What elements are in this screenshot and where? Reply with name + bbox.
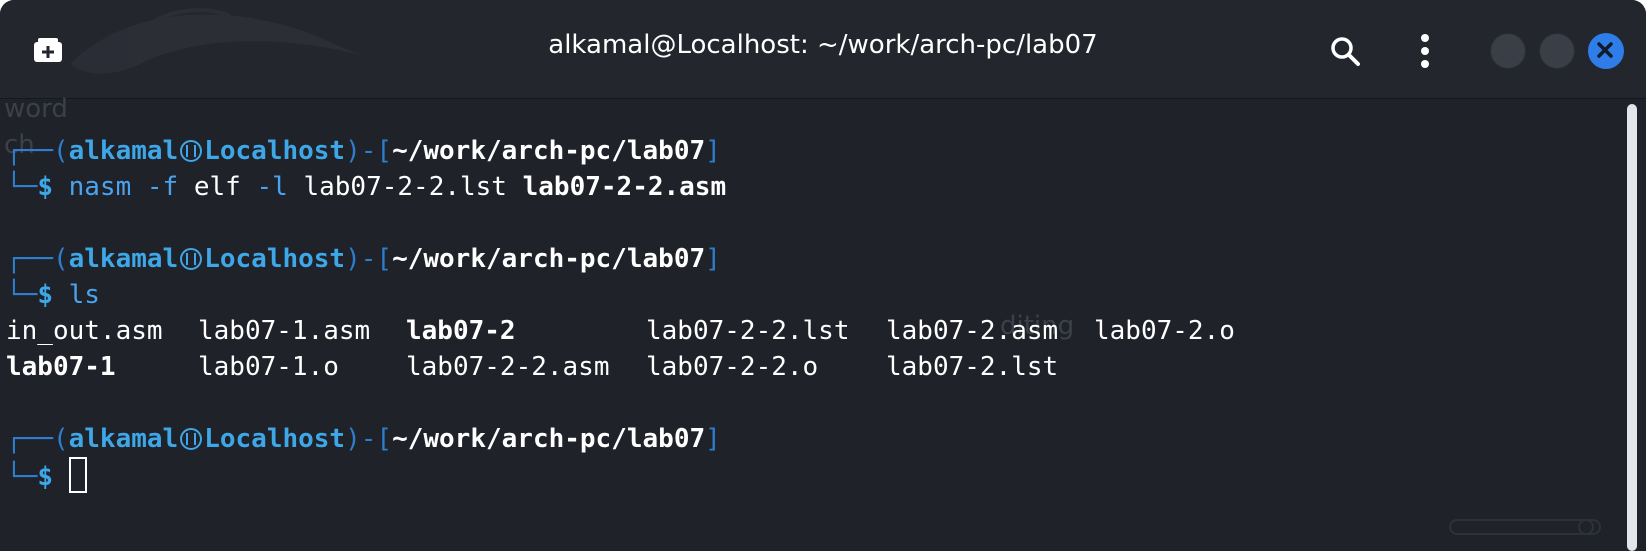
- scroll-thumb[interactable]: [1627, 104, 1637, 551]
- file-entry: lab07-2-2.lst: [646, 316, 850, 346]
- kali-skull-icon: [180, 140, 203, 162]
- kali-watermark-icon: [1449, 519, 1601, 535]
- command-option: -l: [256, 172, 288, 202]
- minimize-button[interactable]: [1490, 33, 1526, 69]
- prompt-box: ]: [705, 136, 721, 166]
- file-entry: lab07-1.asm: [198, 316, 371, 346]
- prompt-user: alkamal: [68, 136, 179, 166]
- close-icon: [1597, 42, 1613, 58]
- prompt-box: ┌──(: [6, 136, 69, 166]
- prompt-box: )-[: [345, 136, 393, 166]
- search-icon: [1331, 37, 1360, 66]
- terminal-output[interactable]: word ch diting ┌──(alkamal Localhost)-[~/…: [0, 94, 1622, 551]
- terminal-window: alkamal@Localhost: ~/work/arch-pc/lab07 …: [0, 0, 1646, 551]
- command-name: nasm: [68, 172, 132, 202]
- prompt-box: ┌──(: [6, 244, 69, 274]
- kebab-menu-icon: [1421, 34, 1429, 68]
- file-entry-executable: lab07-1: [6, 352, 116, 382]
- prompt-box: ]: [705, 424, 721, 454]
- file-entry: in_out.asm: [6, 316, 163, 346]
- prompt-box: )-[: [345, 244, 393, 274]
- prompt-dollar: $: [37, 280, 53, 310]
- prompt-path: ~/work/arch-pc/lab07: [392, 424, 706, 454]
- prompt-host: Localhost: [204, 136, 346, 166]
- prompt-path: ~/work/arch-pc/lab07: [392, 244, 706, 274]
- prompt-box: ]: [705, 244, 721, 274]
- file-entry-executable: lab07-2: [406, 316, 516, 346]
- menu-button[interactable]: [1410, 31, 1440, 71]
- scrollbar[interactable]: [1625, 104, 1639, 551]
- command-arg: elf: [193, 172, 241, 202]
- title-bar[interactable]: alkamal@Localhost: ~/work/arch-pc/lab07: [0, 0, 1646, 99]
- file-entry: lab07-2.o: [1094, 316, 1235, 346]
- file-entry: lab07-1.o: [198, 352, 339, 382]
- prompt-box: )-[: [345, 424, 393, 454]
- command-line: └─$ nasm -f elf -l lab07-2-2.lst lab07-2…: [6, 169, 726, 205]
- prompt-line: ┌──(alkamal Localhost)-[~/work/arch-pc/la…: [6, 241, 721, 277]
- prompt-line: ┌──(alkamal Localhost)-[~/work/arch-pc/la…: [6, 133, 721, 169]
- prompt-dollar: $: [37, 172, 53, 202]
- maximize-button[interactable]: [1539, 33, 1575, 69]
- close-button[interactable]: [1588, 33, 1624, 69]
- prompt-user: alkamal: [68, 244, 179, 274]
- prompt-box: └─: [6, 462, 38, 492]
- prompt-line: ┌──(alkamal Localhost)-[~/work/arch-pc/la…: [6, 421, 721, 457]
- command-arg: lab07-2-2.asm: [522, 172, 727, 202]
- file-entry: lab07-2-2.asm: [406, 352, 610, 382]
- prompt-box: └─: [6, 280, 38, 310]
- text-cursor: [68, 457, 87, 493]
- prompt-dollar: $: [37, 462, 53, 492]
- input-line[interactable]: └─$: [6, 457, 87, 493]
- file-entry: lab07-2-2.o: [646, 352, 819, 382]
- file-entry: lab07-2.asm: [886, 316, 1059, 346]
- kali-skull-icon: [180, 428, 203, 450]
- command-option: -f: [146, 172, 179, 202]
- prompt-box: └─: [6, 172, 38, 202]
- kali-skull-icon: [180, 248, 203, 270]
- ghost-text: word: [4, 94, 68, 124]
- prompt-box: ┌──(: [6, 424, 69, 454]
- prompt-user: alkamal: [68, 424, 179, 454]
- prompt-path: ~/work/arch-pc/lab07: [392, 136, 706, 166]
- search-button[interactable]: [1328, 34, 1362, 68]
- command-line: └─$ ls: [6, 277, 100, 313]
- prompt-host: Localhost: [204, 244, 346, 274]
- command-arg: lab07-2-2.lst: [303, 172, 507, 202]
- window-title: alkamal@Localhost: ~/work/arch-pc/lab07: [548, 30, 1098, 60]
- file-entry: lab07-2.lst: [886, 352, 1059, 382]
- command-name: ls: [68, 280, 100, 310]
- prompt-host: Localhost: [204, 424, 346, 454]
